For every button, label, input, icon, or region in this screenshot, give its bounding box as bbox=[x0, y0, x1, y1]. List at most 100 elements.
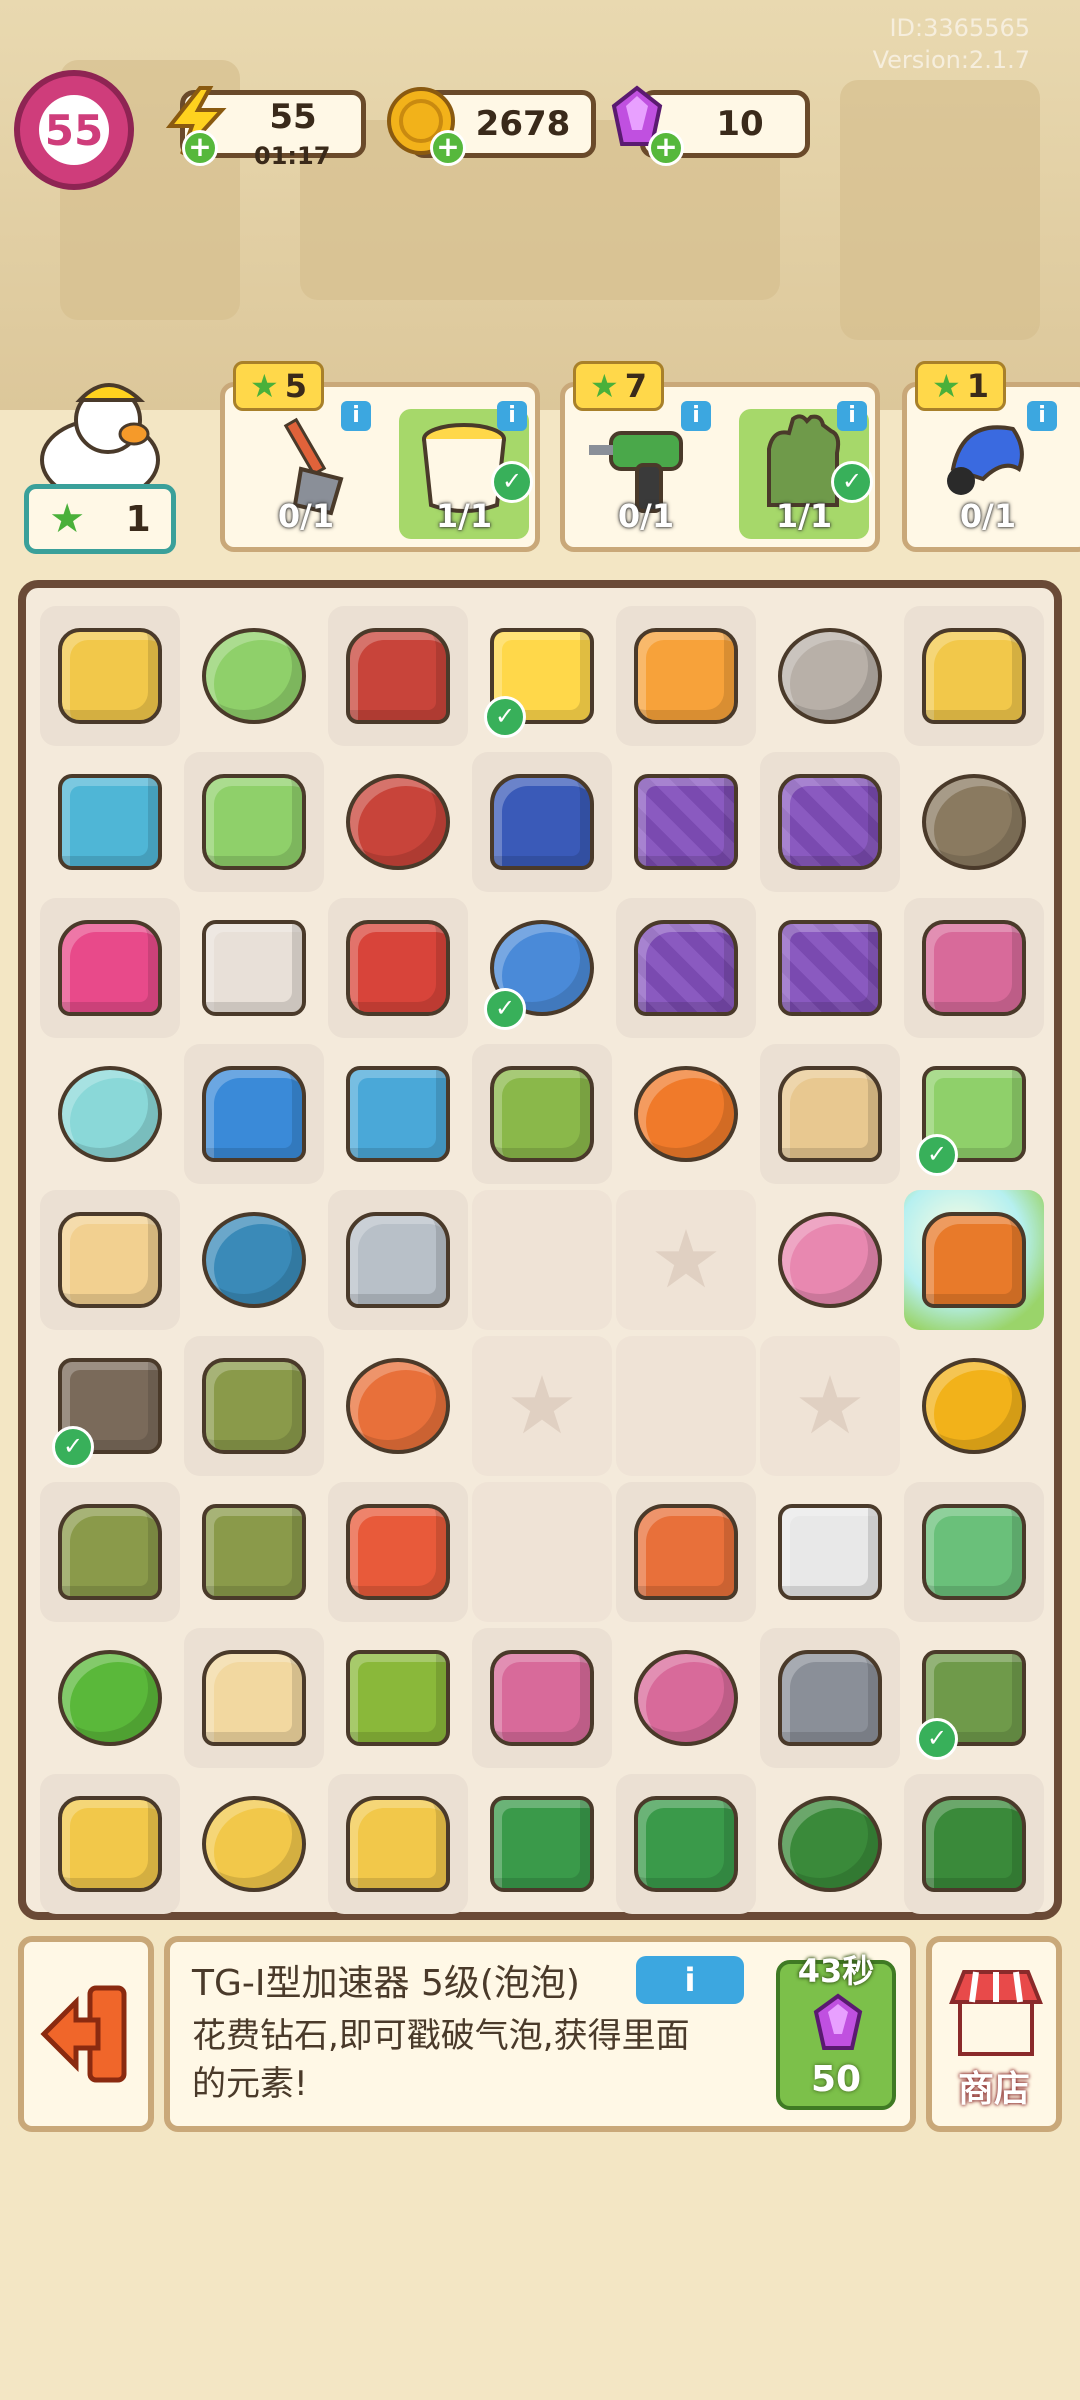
order-card-3[interactable]: ★ 1 0/1 i bbox=[902, 361, 1080, 552]
shop-button[interactable]: 商店 bbox=[926, 1936, 1062, 2132]
board-cell[interactable] bbox=[184, 1190, 324, 1330]
item-title: TG-I型加速器 5级(泡泡) bbox=[192, 1963, 580, 2004]
board-cell[interactable] bbox=[472, 1044, 612, 1184]
board-cell[interactable] bbox=[760, 1482, 900, 1622]
exit-button[interactable] bbox=[18, 1936, 154, 2132]
board-cell[interactable] bbox=[616, 752, 756, 892]
board-cell[interactable] bbox=[616, 1044, 756, 1184]
check-icon: ✓ bbox=[916, 1134, 958, 1176]
gem-value: 10 bbox=[716, 104, 764, 144]
open-toolbox-icon bbox=[778, 1796, 882, 1892]
hamster-icon bbox=[202, 1650, 306, 1746]
info-button[interactable]: i bbox=[837, 401, 867, 431]
background-cabinet bbox=[840, 80, 1040, 340]
board-cell[interactable] bbox=[616, 1628, 756, 1768]
pink-bricks-icon bbox=[922, 920, 1026, 1016]
board-cell[interactable]: ★ bbox=[616, 1190, 756, 1330]
board-cell[interactable] bbox=[328, 606, 468, 746]
board-cell[interactable] bbox=[40, 1190, 180, 1330]
board-cell[interactable] bbox=[616, 1482, 756, 1622]
board-cell[interactable] bbox=[904, 898, 1044, 1038]
board-cell[interactable] bbox=[184, 1044, 324, 1184]
board-cell[interactable] bbox=[472, 1190, 612, 1330]
board-cell[interactable] bbox=[184, 752, 324, 892]
info-button[interactable]: i bbox=[341, 401, 371, 431]
board-cell[interactable] bbox=[184, 1628, 324, 1768]
board-cell[interactable] bbox=[616, 898, 756, 1038]
board-cell[interactable] bbox=[616, 1774, 756, 1914]
order-card-2[interactable]: ★ 7 0/1 i 1/1 i ✓ bbox=[560, 361, 880, 552]
green-star-icon: ★ bbox=[590, 367, 619, 405]
board-cell[interactable] bbox=[184, 1774, 324, 1914]
board-cell[interactable]: ✓ bbox=[40, 1336, 180, 1476]
board-cell[interactable] bbox=[328, 898, 468, 1038]
board-cell[interactable] bbox=[904, 1190, 1044, 1330]
check-icon: ✓ bbox=[916, 1718, 958, 1760]
board-cell[interactable] bbox=[328, 1190, 468, 1330]
item-info-panel: TG-I型加速器 5级(泡泡) i 花费钻石,即可戳破气泡,获得里面的元素! 4… bbox=[164, 1936, 916, 2132]
board-cell[interactable] bbox=[40, 1628, 180, 1768]
board-cell[interactable] bbox=[904, 1336, 1044, 1476]
board-cell[interactable] bbox=[472, 1774, 612, 1914]
coins-pile-icon bbox=[922, 1358, 1026, 1454]
board-cell[interactable] bbox=[616, 606, 756, 746]
board-cell[interactable]: ★ bbox=[472, 1336, 612, 1476]
green-toolkit-icon bbox=[634, 1796, 738, 1892]
board-cell[interactable] bbox=[40, 1774, 180, 1914]
order-card-1[interactable]: ★ 5 0/1 i 1/1 i ✓ bbox=[220, 361, 540, 552]
board-cell[interactable] bbox=[472, 752, 612, 892]
board-cell[interactable] bbox=[472, 1482, 612, 1622]
info-button[interactable]: i bbox=[497, 401, 527, 431]
board-cell[interactable] bbox=[760, 898, 900, 1038]
pot-tools-icon bbox=[346, 1796, 450, 1892]
toolbox-box-icon bbox=[202, 920, 306, 1016]
board-cell[interactable] bbox=[904, 752, 1044, 892]
add-coins-button[interactable]: + bbox=[430, 130, 466, 166]
board-cell[interactable] bbox=[184, 898, 324, 1038]
board-cell[interactable] bbox=[328, 1628, 468, 1768]
board-cell[interactable] bbox=[40, 752, 180, 892]
item-description: 花费钻石,即可戳破气泡,获得里面的元素! bbox=[192, 2016, 690, 2104]
pink-bricks-icon bbox=[490, 1650, 594, 1746]
board-cell[interactable] bbox=[328, 752, 468, 892]
board-cell[interactable] bbox=[472, 1628, 612, 1768]
item-info-button[interactable]: i bbox=[636, 1956, 744, 2004]
add-gems-button[interactable]: + bbox=[648, 130, 684, 166]
info-button[interactable]: i bbox=[681, 401, 711, 431]
board-cell[interactable] bbox=[760, 752, 900, 892]
board-cell[interactable] bbox=[40, 1482, 180, 1622]
board-cell[interactable]: ★ bbox=[760, 1336, 900, 1476]
board-cell[interactable] bbox=[328, 1774, 468, 1914]
board-grid: ✓ ✓ ✓ ★ ✓ ★ ★ ✓ bbox=[40, 606, 1044, 1916]
board-cell[interactable] bbox=[40, 898, 180, 1038]
board-cell[interactable] bbox=[616, 1336, 756, 1476]
board-cell[interactable]: ✓ bbox=[472, 898, 612, 1038]
board-cell[interactable]: ✓ bbox=[472, 606, 612, 746]
board-cell[interactable] bbox=[904, 606, 1044, 746]
level-badge[interactable]: 55 bbox=[14, 70, 134, 190]
board-cell[interactable] bbox=[328, 1336, 468, 1476]
add-energy-button[interactable]: + bbox=[182, 130, 218, 166]
order-star-value: 5 bbox=[284, 367, 307, 405]
pop-bubble-button[interactable]: 43秒 50 bbox=[776, 1952, 896, 2110]
board-cell[interactable] bbox=[328, 1044, 468, 1184]
board-cell[interactable] bbox=[904, 1482, 1044, 1622]
board-cell[interactable] bbox=[760, 606, 900, 746]
board-cell[interactable]: ✓ bbox=[904, 1044, 1044, 1184]
board-cell[interactable] bbox=[760, 1628, 900, 1768]
board-cell[interactable]: ✓ bbox=[904, 1628, 1044, 1768]
board-cell[interactable] bbox=[760, 1044, 900, 1184]
board-cell[interactable] bbox=[328, 1482, 468, 1622]
duck-chef-icon[interactable] bbox=[30, 370, 170, 500]
board-cell[interactable] bbox=[184, 1482, 324, 1622]
board-cell[interactable] bbox=[40, 606, 180, 746]
green-toolkit-icon bbox=[490, 1796, 594, 1892]
board-cell[interactable] bbox=[184, 1336, 324, 1476]
board-cell[interactable] bbox=[760, 1774, 900, 1914]
board-cell[interactable] bbox=[760, 1190, 900, 1330]
board-cell[interactable] bbox=[40, 1044, 180, 1184]
board-cell[interactable] bbox=[904, 1774, 1044, 1914]
wheelbarrow-tools-icon bbox=[346, 628, 450, 724]
board-cell[interactable] bbox=[184, 606, 324, 746]
info-button[interactable]: i bbox=[1027, 401, 1057, 431]
